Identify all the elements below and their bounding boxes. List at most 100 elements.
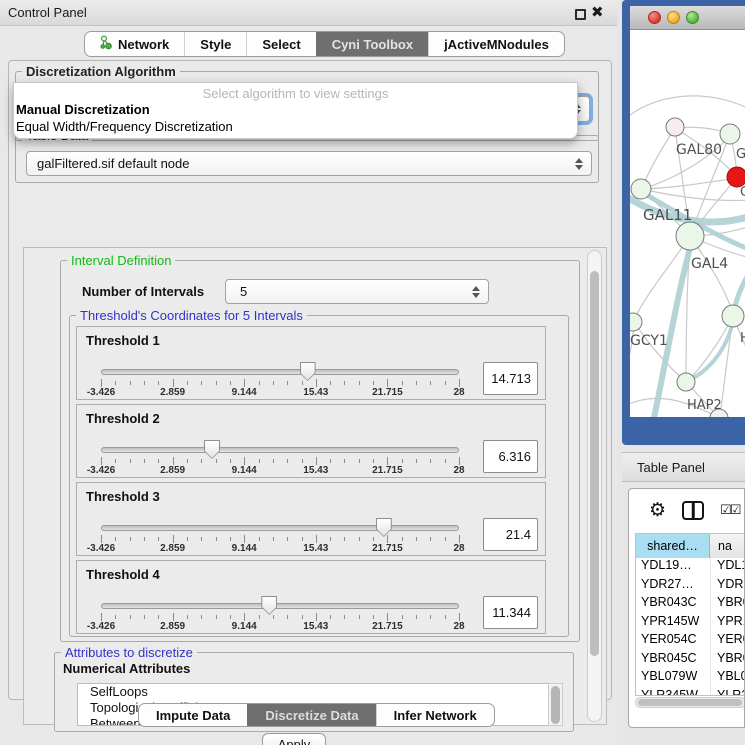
cell-name[interactable]: YER0 — [710, 632, 745, 651]
tick-label: 28 — [453, 621, 464, 632]
node-label: GAL11 — [643, 206, 692, 224]
threshold-value-field[interactable]: 6.316 — [483, 440, 538, 473]
cell-shared-name[interactable]: YDR27… — [636, 577, 710, 596]
close-traffic-light-icon[interactable] — [648, 11, 661, 24]
control-panel: Control Panel ✖ NetworkStyleSelectCyni T… — [0, 0, 617, 745]
cell-name[interactable]: YBR0 — [710, 595, 745, 614]
tick-label: 28 — [453, 543, 464, 554]
cell-shared-name[interactable]: YBR043C — [636, 595, 710, 614]
node-label: GAL80 — [676, 142, 722, 158]
tab-network[interactable]: Network — [85, 32, 184, 56]
cell-name[interactable]: YBL0 — [710, 669, 745, 688]
tab-discretize-data[interactable]: Discretize Data — [247, 704, 375, 726]
threshold-panel: Threshold 2 -3.4262.8599.14415.4321.7152… — [76, 404, 546, 478]
popup-option-manual[interactable]: Manual Discretization — [14, 101, 577, 118]
num-intervals-combo[interactable]: 5 — [225, 279, 489, 304]
control-panel-titlebar: Control Panel ✖ — [0, 0, 617, 26]
tick-label: -3.426 — [87, 387, 115, 398]
network-node[interactable] — [677, 373, 695, 391]
cell-name[interactable]: YDR2 — [710, 577, 745, 596]
cell-shared-name[interactable]: YBL079W — [636, 669, 710, 688]
apply-button[interactable]: Apply — [262, 733, 326, 745]
attribute-list-scrollbar[interactable] — [548, 683, 563, 726]
network-node[interactable] — [630, 313, 642, 331]
table-row[interactable]: YDR27…YDR2 — [636, 577, 745, 596]
tick-label: 21.715 — [372, 543, 403, 554]
combo-arrows-icon — [575, 158, 583, 170]
threshold-value-field[interactable]: 21.4 — [483, 518, 538, 551]
network-node[interactable] — [727, 167, 745, 187]
network-node[interactable] — [676, 222, 704, 250]
checkbox-icon[interactable]: ☑☑ — [720, 502, 739, 518]
cell-name[interactable]: YBR0 — [710, 651, 745, 670]
num-intervals-value: 5 — [240, 284, 247, 299]
network-node[interactable] — [720, 124, 740, 144]
tick-label: 21.715 — [372, 387, 403, 398]
node-label: C — [740, 185, 745, 200]
tick-label: 15.43 — [303, 465, 328, 476]
table-row[interactable]: YBR045CYBR0 — [636, 651, 745, 670]
close-icon[interactable]: ✖ — [591, 3, 604, 21]
num-intervals-label: Number of Intervals — [82, 284, 204, 299]
column-browser-icon[interactable] — [682, 501, 704, 520]
table-row[interactable]: YLR345WYLR3 — [636, 688, 745, 697]
cell-name[interactable]: YLR3 — [710, 688, 745, 697]
tick-label: 21.715 — [372, 621, 403, 632]
network-thick-edge[interactable] — [688, 322, 733, 381]
network-edge[interactable] — [634, 322, 685, 381]
table-toolbar: ⚙ ☑☑ — [629, 489, 745, 531]
tab-style[interactable]: Style — [184, 32, 246, 56]
network-view-window[interactable]: GAL80GACGAL11GAL4GCY1HHAP2 — [622, 0, 745, 445]
tab-jactivemnodules[interactable]: jActiveMNodules — [428, 32, 564, 56]
tick-label: 21.715 — [372, 465, 403, 476]
column-header-shared-name[interactable]: shared… — [636, 534, 710, 558]
column-header-name[interactable]: na — [710, 534, 745, 558]
tab-cyni-toolbox[interactable]: Cyni Toolbox — [316, 32, 428, 56]
table-row[interactable]: YBR043CYBR0 — [636, 595, 745, 614]
tab-infer-network[interactable]: Infer Network — [376, 704, 494, 726]
threshold-value-field[interactable]: 11.344 — [483, 596, 538, 629]
tick-label: -3.426 — [87, 621, 115, 632]
table-row[interactable]: YBL079WYBL0 — [636, 669, 745, 688]
threshold-slider[interactable] — [101, 603, 459, 609]
cell-shared-name[interactable]: YPR145W — [636, 614, 710, 633]
network-edge[interactable] — [630, 96, 745, 120]
tab-select[interactable]: Select — [246, 32, 315, 56]
settings-scrollbar[interactable] — [587, 250, 602, 722]
threshold-slider[interactable] — [101, 447, 459, 453]
cell-name[interactable]: YDL1 — [710, 558, 745, 577]
cell-shared-name[interactable]: YER054C — [636, 632, 710, 651]
zoom-traffic-light-icon[interactable] — [686, 11, 699, 24]
node-label: GA — [736, 147, 745, 162]
settings-scroll-panel: Interval Definition Number of Intervals … — [23, 247, 607, 725]
table-header-row: shared… na — [636, 534, 745, 558]
minimize-traffic-light-icon[interactable] — [667, 11, 680, 24]
algorithm-popup-hint: Select algorithm to view settings — [14, 83, 577, 101]
network-canvas[interactable]: GAL80GACGAL11GAL4GCY1HHAP2 — [630, 30, 745, 417]
list-item[interactable]: SelfLoops — [78, 684, 548, 700]
float-window-icon[interactable] — [575, 9, 586, 20]
network-node[interactable] — [631, 179, 651, 199]
table-row[interactable]: YER054CYER0 — [636, 632, 745, 651]
threshold-slider[interactable] — [101, 525, 459, 531]
tick-label: 9.144 — [232, 621, 257, 632]
tab-impute-data[interactable]: Impute Data — [139, 704, 247, 726]
cell-shared-name[interactable]: YDL19… — [636, 558, 710, 577]
threshold-slider[interactable] — [101, 369, 459, 375]
table-row[interactable]: YPR145WYPR1 — [636, 614, 745, 633]
popup-option-equal-width[interactable]: Equal Width/Frequency Discretization — [14, 118, 577, 135]
cell-shared-name[interactable]: YBR045C — [636, 651, 710, 670]
cell-name[interactable]: YPR1 — [710, 614, 745, 633]
table-hscrollbar[interactable] — [635, 697, 745, 708]
network-node[interactable] — [666, 118, 684, 136]
table-data-combo[interactable]: galFiltered.sif default node — [26, 151, 592, 176]
threshold-value-field[interactable]: 14.713 — [483, 362, 538, 395]
network-edge[interactable] — [642, 128, 675, 188]
slider-ticks — [77, 379, 497, 387]
tick-label: 15.43 — [303, 543, 328, 554]
table-row[interactable]: YDL19…YDL1 — [636, 558, 745, 577]
cell-shared-name[interactable]: YLR345W — [636, 688, 710, 697]
cyni-toolbox-content: Discretization Algorithm Table Data galF… — [8, 60, 612, 700]
gear-icon[interactable]: ⚙ — [649, 501, 666, 520]
network-node[interactable] — [722, 305, 744, 327]
